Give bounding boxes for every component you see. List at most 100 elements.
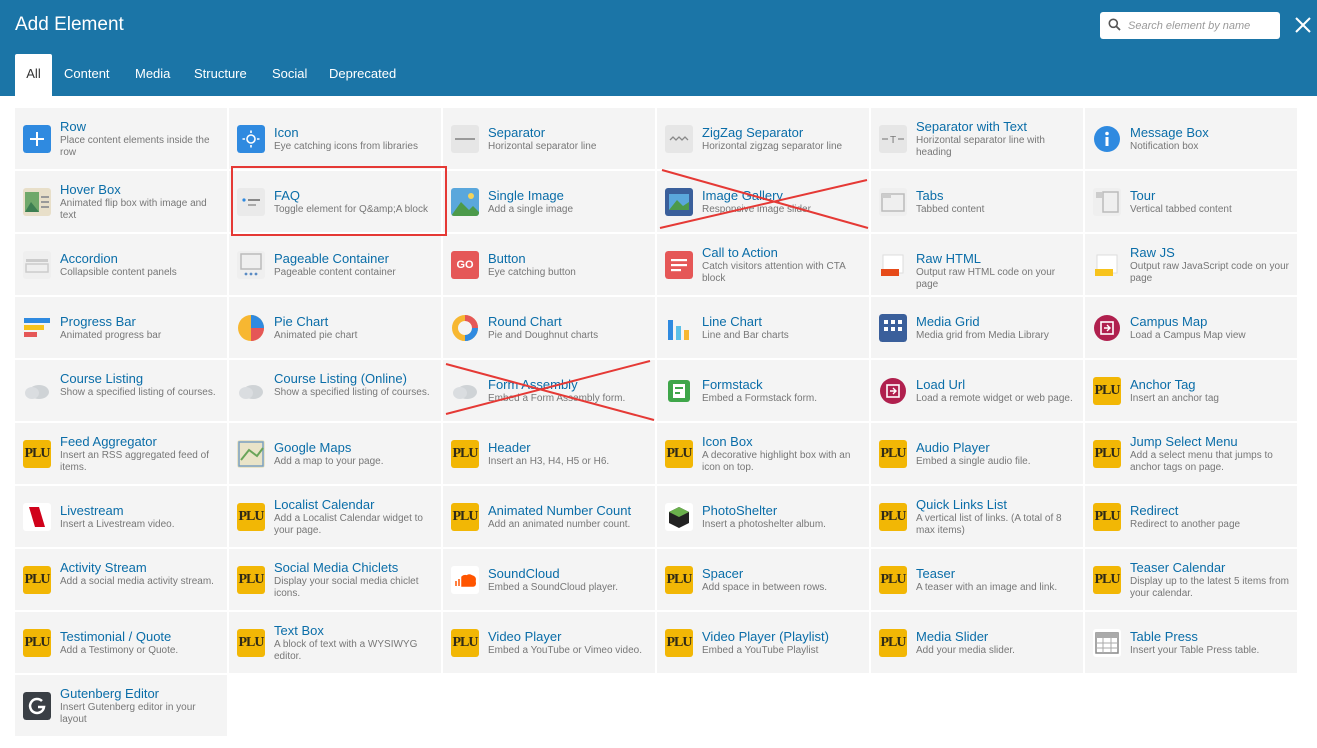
element-card[interactable]: PLU Feed Aggregator Insert an RSS aggregat… bbox=[15, 423, 227, 484]
plu-logo-icon: PLU bbox=[451, 440, 479, 468]
element-description: Eye catching icons from libraries bbox=[274, 141, 418, 152]
element-card[interactable]: Load Url Load a remote widget or web page… bbox=[871, 360, 1083, 421]
element-card[interactable]: PLU Jump Select Menu Add a select menu tha… bbox=[1085, 423, 1297, 484]
element-card[interactable]: Course Listing (Online) Show a specified … bbox=[229, 360, 441, 421]
element-card[interactable]: PLU Audio Player Embed a single audio file… bbox=[871, 423, 1083, 484]
element-card[interactable]: PLU Social Media Chiclets Display your soc… bbox=[229, 549, 441, 610]
element-card[interactable]: Media Grid Media grid from Media Library bbox=[871, 297, 1083, 358]
element-name: Hover Box bbox=[60, 182, 121, 197]
element-card[interactable]: Google Maps Add a map to your page. bbox=[229, 423, 441, 484]
element-card[interactable]: Row Place content elements inside the row bbox=[15, 108, 227, 169]
element-name: Tabs bbox=[916, 188, 944, 203]
element-description: Animated progress bar bbox=[60, 330, 162, 341]
element-name: SoundCloud bbox=[488, 566, 560, 581]
pie-chart-icon bbox=[237, 314, 265, 342]
plu-logo-text: PLU bbox=[237, 503, 265, 531]
tab-media[interactable]: Media bbox=[135, 54, 170, 96]
element-card[interactable]: Pageable Container Pageable content conta… bbox=[229, 234, 441, 295]
close-icon[interactable] bbox=[1293, 15, 1313, 35]
search-box[interactable] bbox=[1100, 12, 1280, 39]
tab-content[interactable]: Content bbox=[64, 54, 110, 96]
tab-all[interactable]: All bbox=[15, 54, 52, 96]
element-name: Localist Calendar bbox=[274, 497, 375, 512]
element-card[interactable]: Round Chart Pie and Doughnut charts bbox=[443, 297, 655, 358]
search-input[interactable] bbox=[1128, 17, 1273, 34]
element-name: Activity Stream bbox=[60, 560, 147, 575]
element-card[interactable]: PLU Header Insert an H3, H4, H5 or H6. bbox=[443, 423, 655, 484]
element-card[interactable]: PLU Localist Calendar Add a Localist Calen… bbox=[229, 486, 441, 547]
element-card[interactable]: Pie Chart Animated pie chart bbox=[229, 297, 441, 358]
element-description: Insert your Table Press table. bbox=[1130, 645, 1260, 656]
donut-chart-icon bbox=[451, 314, 479, 342]
element-card[interactable]: SoundCloud Embed a SoundCloud player. bbox=[443, 549, 655, 610]
element-card[interactable]: PLU Animated Number Count Add an animated … bbox=[443, 486, 655, 547]
element-card[interactable]: PLU Media Slider Add your media slider. bbox=[871, 612, 1083, 673]
plu-logo-text: PLU bbox=[665, 566, 693, 594]
element-card[interactable]: Single Image Add a single image bbox=[443, 171, 655, 232]
element-card[interactable]: PLU Anchor Tag Insert an anchor tag bbox=[1085, 360, 1297, 421]
element-description: Show a specified listing of courses. bbox=[274, 387, 430, 398]
plu-logo-text: PLU bbox=[1093, 440, 1121, 468]
element-name: Anchor Tag bbox=[1130, 377, 1196, 392]
element-card[interactable]: PLU Spacer Add space in between rows. bbox=[657, 549, 869, 610]
plu-logo-text: PLU bbox=[451, 503, 479, 531]
element-description: Horizontal zigzag separator line bbox=[702, 141, 843, 152]
element-description: Toggle element for Q&amp;A block bbox=[274, 204, 428, 215]
element-card[interactable]: Livestream Insert a Livestream video. bbox=[15, 486, 227, 547]
element-card[interactable]: Separator Horizontal separator line bbox=[443, 108, 655, 169]
element-name: Image Gallery bbox=[702, 188, 783, 203]
element-card[interactable]: PhotoShelter Insert a photoshelter album. bbox=[657, 486, 869, 547]
element-card[interactable]: Tour Vertical tabbed content bbox=[1085, 171, 1297, 232]
image-icon bbox=[451, 188, 479, 216]
tab-social[interactable]: Social bbox=[272, 54, 307, 96]
element-name: Icon bbox=[274, 125, 299, 140]
element-card[interactable]: PLU Text Box A block of text with a WYSIWY… bbox=[229, 612, 441, 673]
element-card[interactable]: Course Listing Show a specified listing o… bbox=[15, 360, 227, 421]
element-card[interactable]: Accordion Collapsible content panels bbox=[15, 234, 227, 295]
plu-logo-icon: PLU bbox=[237, 629, 265, 657]
tab-structure[interactable]: Structure bbox=[194, 54, 247, 96]
element-name: Call to Action bbox=[702, 245, 778, 260]
plu-logo-text: PLU bbox=[237, 566, 265, 594]
element-card[interactable]: Call to Action Catch visitors attention w… bbox=[657, 234, 869, 295]
element-card[interactable]: PLU Video Player Embed a YouTube or Vimeo … bbox=[443, 612, 655, 673]
element-name: Media Grid bbox=[916, 314, 980, 329]
element-card[interactable]: PLU Teaser Calendar Display up to the late… bbox=[1085, 549, 1297, 610]
element-card[interactable]: Raw HTML Output raw HTML code on your pag… bbox=[871, 234, 1083, 295]
element-card[interactable]: Progress Bar Animated progress bar bbox=[15, 297, 227, 358]
element-card[interactable]: PLU Icon Box A decorative highlight box wi… bbox=[657, 423, 869, 484]
element-card[interactable]: PLU Testimonial / Quote Add a Testimony or… bbox=[15, 612, 227, 673]
element-card[interactable]: Table Press Insert your Table Press table… bbox=[1085, 612, 1297, 673]
element-description: Tabbed content bbox=[916, 204, 985, 215]
plu-logo-icon: PLU bbox=[451, 629, 479, 657]
element-card[interactable]: Raw JS Output raw JavaScript code on your… bbox=[1085, 234, 1297, 295]
element-name: Livestream bbox=[60, 503, 124, 518]
element-card[interactable]: Line Chart Line and Bar charts bbox=[657, 297, 869, 358]
element-card[interactable]: GO Button Eye catching button bbox=[443, 234, 655, 295]
element-card[interactable]: PLU Activity Stream Add a social media act… bbox=[15, 549, 227, 610]
element-card[interactable]: Icon Eye catching icons from libraries bbox=[229, 108, 441, 169]
go-button-icon: GO bbox=[451, 251, 479, 279]
element-card[interactable]: PLU Quick Links List A vertical list of li… bbox=[871, 486, 1083, 547]
element-card[interactable]: Tabs Tabbed content bbox=[871, 171, 1083, 232]
tab-deprecated[interactable]: Deprecated bbox=[329, 54, 396, 96]
element-card[interactable]: Image Gallery Responsive image slider bbox=[657, 171, 869, 232]
element-card[interactable]: Formstack Embed a Formstack form. bbox=[657, 360, 869, 421]
element-description: Add a social media activity stream. bbox=[60, 576, 214, 587]
plu-logo-icon: PLU bbox=[879, 503, 907, 531]
element-card[interactable]: Message Box Notification box bbox=[1085, 108, 1297, 169]
element-card[interactable]: Hover Box Animated flip box with image an… bbox=[15, 171, 227, 232]
element-name: PhotoShelter bbox=[702, 503, 778, 518]
element-description: Show a specified listing of courses. bbox=[60, 387, 216, 398]
element-card[interactable]: FAQ Toggle element for Q&amp;A block bbox=[229, 171, 441, 232]
element-card[interactable]: Form Assembly Embed a Form Assembly form. bbox=[443, 360, 655, 421]
element-name: Message Box bbox=[1130, 125, 1209, 140]
element-card[interactable]: T Separator with Text Horizontal separator… bbox=[871, 108, 1083, 169]
element-card[interactable]: PLU Redirect Redirect to another page bbox=[1085, 486, 1297, 547]
element-card[interactable]: PLU Video Player (Playlist) Embed a YouTub… bbox=[657, 612, 869, 673]
element-card[interactable]: PLU Teaser A teaser with an image and link… bbox=[871, 549, 1083, 610]
element-description: A decorative highlight box with an icon … bbox=[702, 450, 851, 473]
element-card[interactable]: Campus Map Load a Campus Map view bbox=[1085, 297, 1297, 358]
element-card[interactable]: ZigZag Separator Horizontal zigzag separa… bbox=[657, 108, 869, 169]
element-card[interactable]: Gutenberg Editor Insert Gutenberg editor … bbox=[15, 675, 227, 736]
